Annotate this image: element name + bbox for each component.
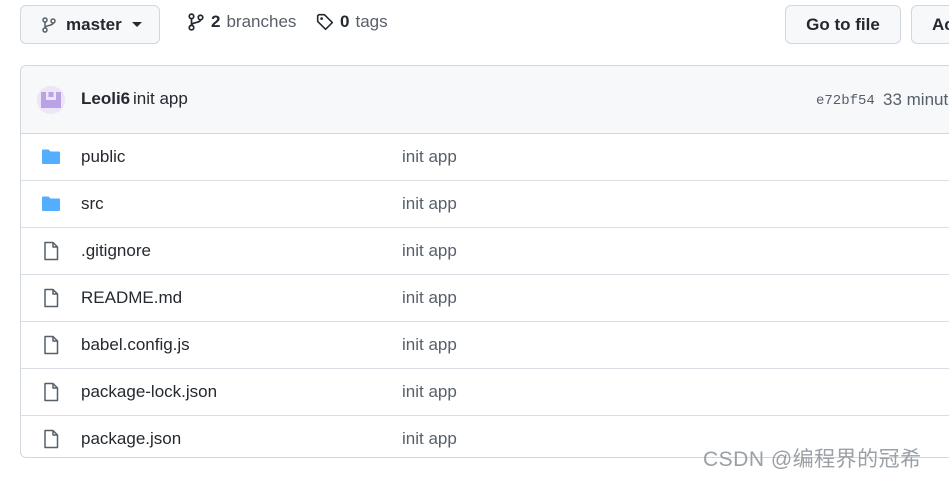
file-commit-message[interactable]: init app <box>402 194 457 214</box>
latest-commit-bar: Leoli6 init app e72bf54 33 minut <box>21 66 949 134</box>
file-commit-message[interactable]: init app <box>402 429 457 449</box>
file-name-link[interactable]: README.md <box>81 288 182 308</box>
file-row[interactable]: .gitignore init app <box>21 228 949 275</box>
file-row[interactable]: README.md init app <box>21 275 949 322</box>
file-name-link[interactable]: .gitignore <box>81 241 151 261</box>
file-name-link[interactable]: package.json <box>81 429 181 449</box>
branches-count: 2 <box>211 12 221 31</box>
file-row[interactable]: babel.config.js init app <box>21 322 949 369</box>
file-icon <box>44 335 59 355</box>
commit-time: 33 minut <box>883 90 949 109</box>
file-commit-message[interactable]: init app <box>402 288 457 308</box>
branch-select-button[interactable]: master <box>20 5 160 44</box>
go-to-file-button[interactable]: Go to file <box>785 5 901 44</box>
file-name-link[interactable]: babel.config.js <box>81 335 190 355</box>
add-file-button[interactable]: Ac <box>911 5 949 44</box>
file-browser: Leoli6 init app e72bf54 33 minut public … <box>20 65 949 458</box>
file-row[interactable]: src init app <box>21 181 949 228</box>
file-icon <box>44 382 59 402</box>
folder-icon <box>42 149 60 164</box>
file-icon <box>44 241 59 261</box>
file-row[interactable]: package-lock.json init app <box>21 369 949 416</box>
folder-icon <box>42 196 60 211</box>
tag-icon <box>316 13 334 31</box>
tags-label: tags <box>355 12 388 31</box>
tags-link[interactable]: 0 tags <box>316 12 388 32</box>
file-icon <box>44 288 59 308</box>
file-name-link[interactable]: src <box>81 194 104 214</box>
avatar[interactable] <box>37 86 65 114</box>
branches-link[interactable]: 2 branches <box>187 12 296 32</box>
file-icon <box>44 429 59 449</box>
branch-name: master <box>66 14 122 34</box>
file-commit-message[interactable]: init app <box>402 147 457 167</box>
file-commit-message[interactable]: init app <box>402 335 457 355</box>
branches-label: branches <box>226 12 297 31</box>
file-row[interactable]: public init app <box>21 134 949 181</box>
file-commit-message[interactable]: init app <box>402 382 457 402</box>
git-branch-icon <box>42 16 56 33</box>
file-commit-message[interactable]: init app <box>402 241 457 261</box>
git-branch-icon <box>188 13 204 31</box>
commit-message-link[interactable]: init app <box>133 89 188 109</box>
tags-count: 0 <box>340 12 350 31</box>
commit-author-link[interactable]: Leoli6 <box>81 89 130 109</box>
watermark: CSDN @编程界的冠希 <box>703 448 922 471</box>
commit-sha-link[interactable]: e72bf54 <box>816 93 875 109</box>
avatar-identicon-icon <box>37 86 65 114</box>
file-name-link[interactable]: public <box>81 147 125 167</box>
chevron-down-icon <box>131 22 142 27</box>
file-list: public init app src init app .gitignore … <box>21 134 949 457</box>
file-name-link[interactable]: package-lock.json <box>81 382 217 402</box>
repo-toolbar: master 2 branches 0 tags Go to file Ac <box>0 0 949 52</box>
